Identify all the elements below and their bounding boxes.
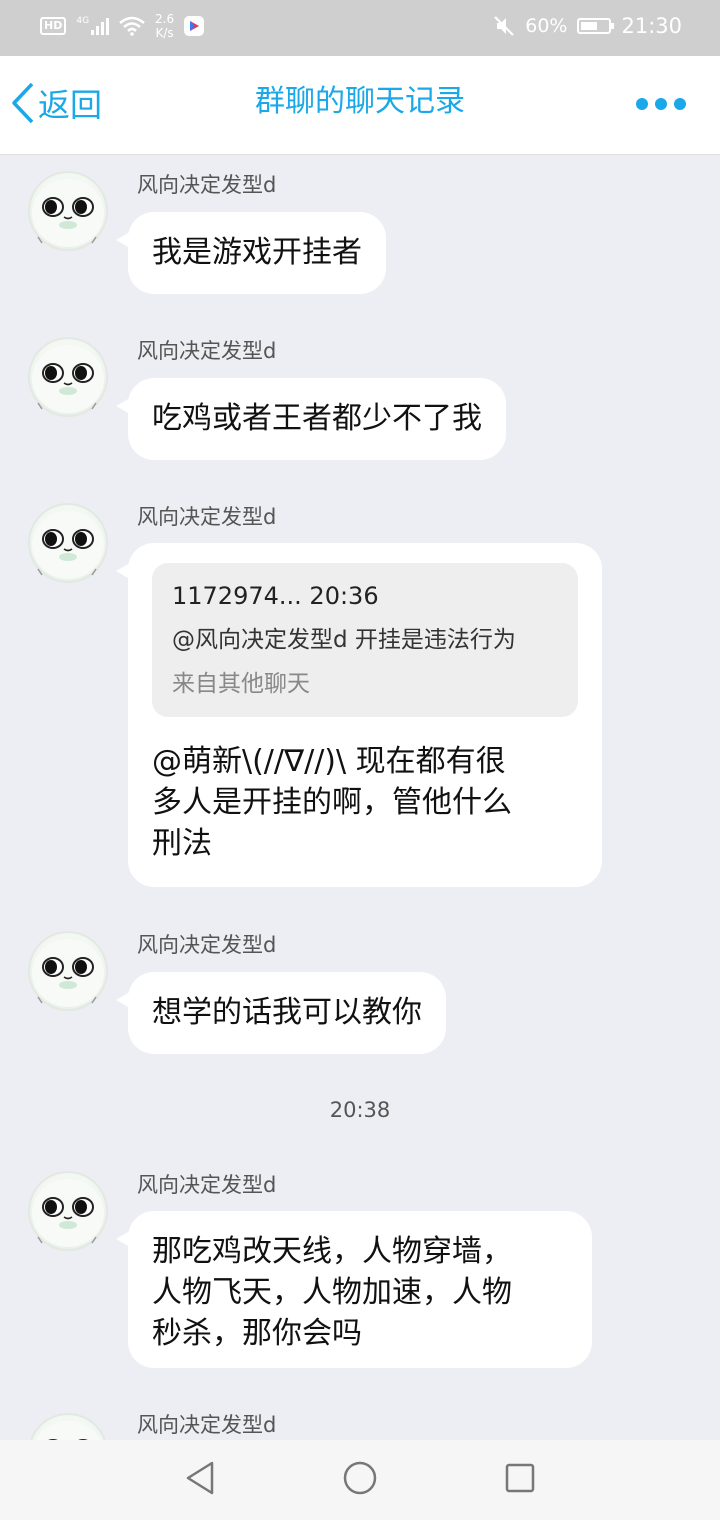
avatar-face-icon — [32, 511, 104, 579]
avatar-face-icon — [32, 345, 104, 413]
timestamp-divider: 20:38 — [329, 1098, 391, 1122]
home-circle-icon[interactable] — [342, 1460, 378, 1496]
avatar[interactable] — [28, 337, 108, 417]
quote-text: @风向决定发型d 开挂是违法行为 — [172, 627, 516, 653]
quote-header: 1172974... 20:36 — [172, 579, 558, 613]
page-title: 群聊的聊天记录 — [255, 84, 465, 119]
sender-name: 风向决定发型d — [137, 505, 277, 529]
message-bubble[interactable]: 想学的话我可以教你 — [116, 972, 446, 1054]
avatar[interactable] — [28, 503, 108, 583]
clock: 21:30 — [621, 14, 682, 38]
message-text: @萌新\(//∇//)\ 现在都有很 多人是开挂的啊，管他什么 刑法 — [152, 741, 578, 864]
message-text: 吃鸡或者王者都少不了我 — [152, 401, 482, 436]
message-bubble[interactable]: 1172974... 20:36 @风向决定发型d 开挂是违法行为 来自其他聊天… — [116, 543, 602, 887]
network-speed: 2.6 K/s — [155, 12, 174, 40]
message-bubble[interactable]: 我是游戏开挂者 — [116, 212, 386, 294]
more-dot-icon — [674, 98, 686, 110]
back-triangle-icon[interactable] — [184, 1460, 216, 1496]
avatar-face-icon — [32, 939, 104, 1007]
speed-unit: K/s — [155, 26, 174, 40]
avatar[interactable] — [28, 1413, 108, 1440]
message-bubble[interactable]: 那吃鸡改天线，人物穿墙， 人物飞天，人物加速，人物 秒杀，那你会吗 — [116, 1211, 592, 1368]
quoted-message[interactable]: 1172974... 20:36 @风向决定发型d 开挂是违法行为 来自其他聊天 — [152, 563, 578, 717]
message-line: @萌新\(//∇//)\ 现在都有很 — [152, 744, 506, 779]
more-dot-icon — [636, 98, 648, 110]
battery-icon — [577, 18, 615, 34]
more-dot-icon — [655, 98, 667, 110]
battery-percent: 60% — [525, 15, 568, 37]
signal-icon — [91, 17, 110, 35]
sender-name: 风向决定发型d — [137, 933, 277, 957]
app-header: 返回 群聊的聊天记录 — [0, 56, 720, 155]
sender-name: 风向决定发型d — [137, 339, 277, 363]
app-notification-icon — [184, 16, 205, 36]
message-text: 想学的话我可以教你 — [152, 995, 422, 1030]
avatar-face-icon — [32, 179, 104, 247]
message-line: 秒杀，那你会吗 — [152, 1316, 362, 1351]
quote-sender: 1172974... — [172, 582, 302, 610]
message-line: 多人是开挂的啊，管他什么 — [152, 785, 512, 820]
message-line: 人物飞天，人物加速，人物 — [152, 1275, 512, 1310]
message-bubble[interactable]: 吃鸡或者王者都少不了我 — [116, 378, 506, 460]
avatar[interactable] — [28, 171, 108, 251]
avatar-face-icon — [35, 1421, 101, 1440]
message-line: 那吃鸡改天线，人物穿墙， — [152, 1234, 512, 1269]
system-navigation-bar — [0, 1440, 720, 1520]
network-type: 4G — [76, 16, 90, 26]
quote-time: 20:36 — [309, 582, 379, 610]
message-line: 刑法 — [152, 826, 212, 861]
wifi-icon — [119, 16, 145, 36]
mute-icon — [494, 16, 515, 36]
avatar[interactable] — [28, 931, 108, 1011]
recents-square-icon[interactable] — [504, 1460, 536, 1496]
avatar[interactable] — [28, 1171, 108, 1251]
sender-name: 风向决定发型d — [137, 1413, 277, 1437]
more-options-button[interactable] — [636, 98, 686, 110]
avatar-face-icon — [32, 1179, 104, 1247]
sender-name: 风向决定发型d — [137, 173, 277, 197]
sender-name: 风向决定发型d — [137, 1173, 277, 1197]
quote-source: 来自其他聊天 — [172, 671, 310, 697]
battery-fill — [581, 22, 598, 30]
status-bar: HD 4G 2.6 K/s 60% 21:30 — [0, 0, 720, 56]
speed-value: 2.6 — [155, 12, 175, 26]
chat-history[interactable]: 风向决定发型d 我是游戏开挂者 风向决定发型d 吃鸡或者王者都少不了我 风向决定… — [0, 155, 720, 1440]
message-text: 我是游戏开挂者 — [152, 235, 362, 270]
hd-indicator: HD — [40, 17, 67, 35]
